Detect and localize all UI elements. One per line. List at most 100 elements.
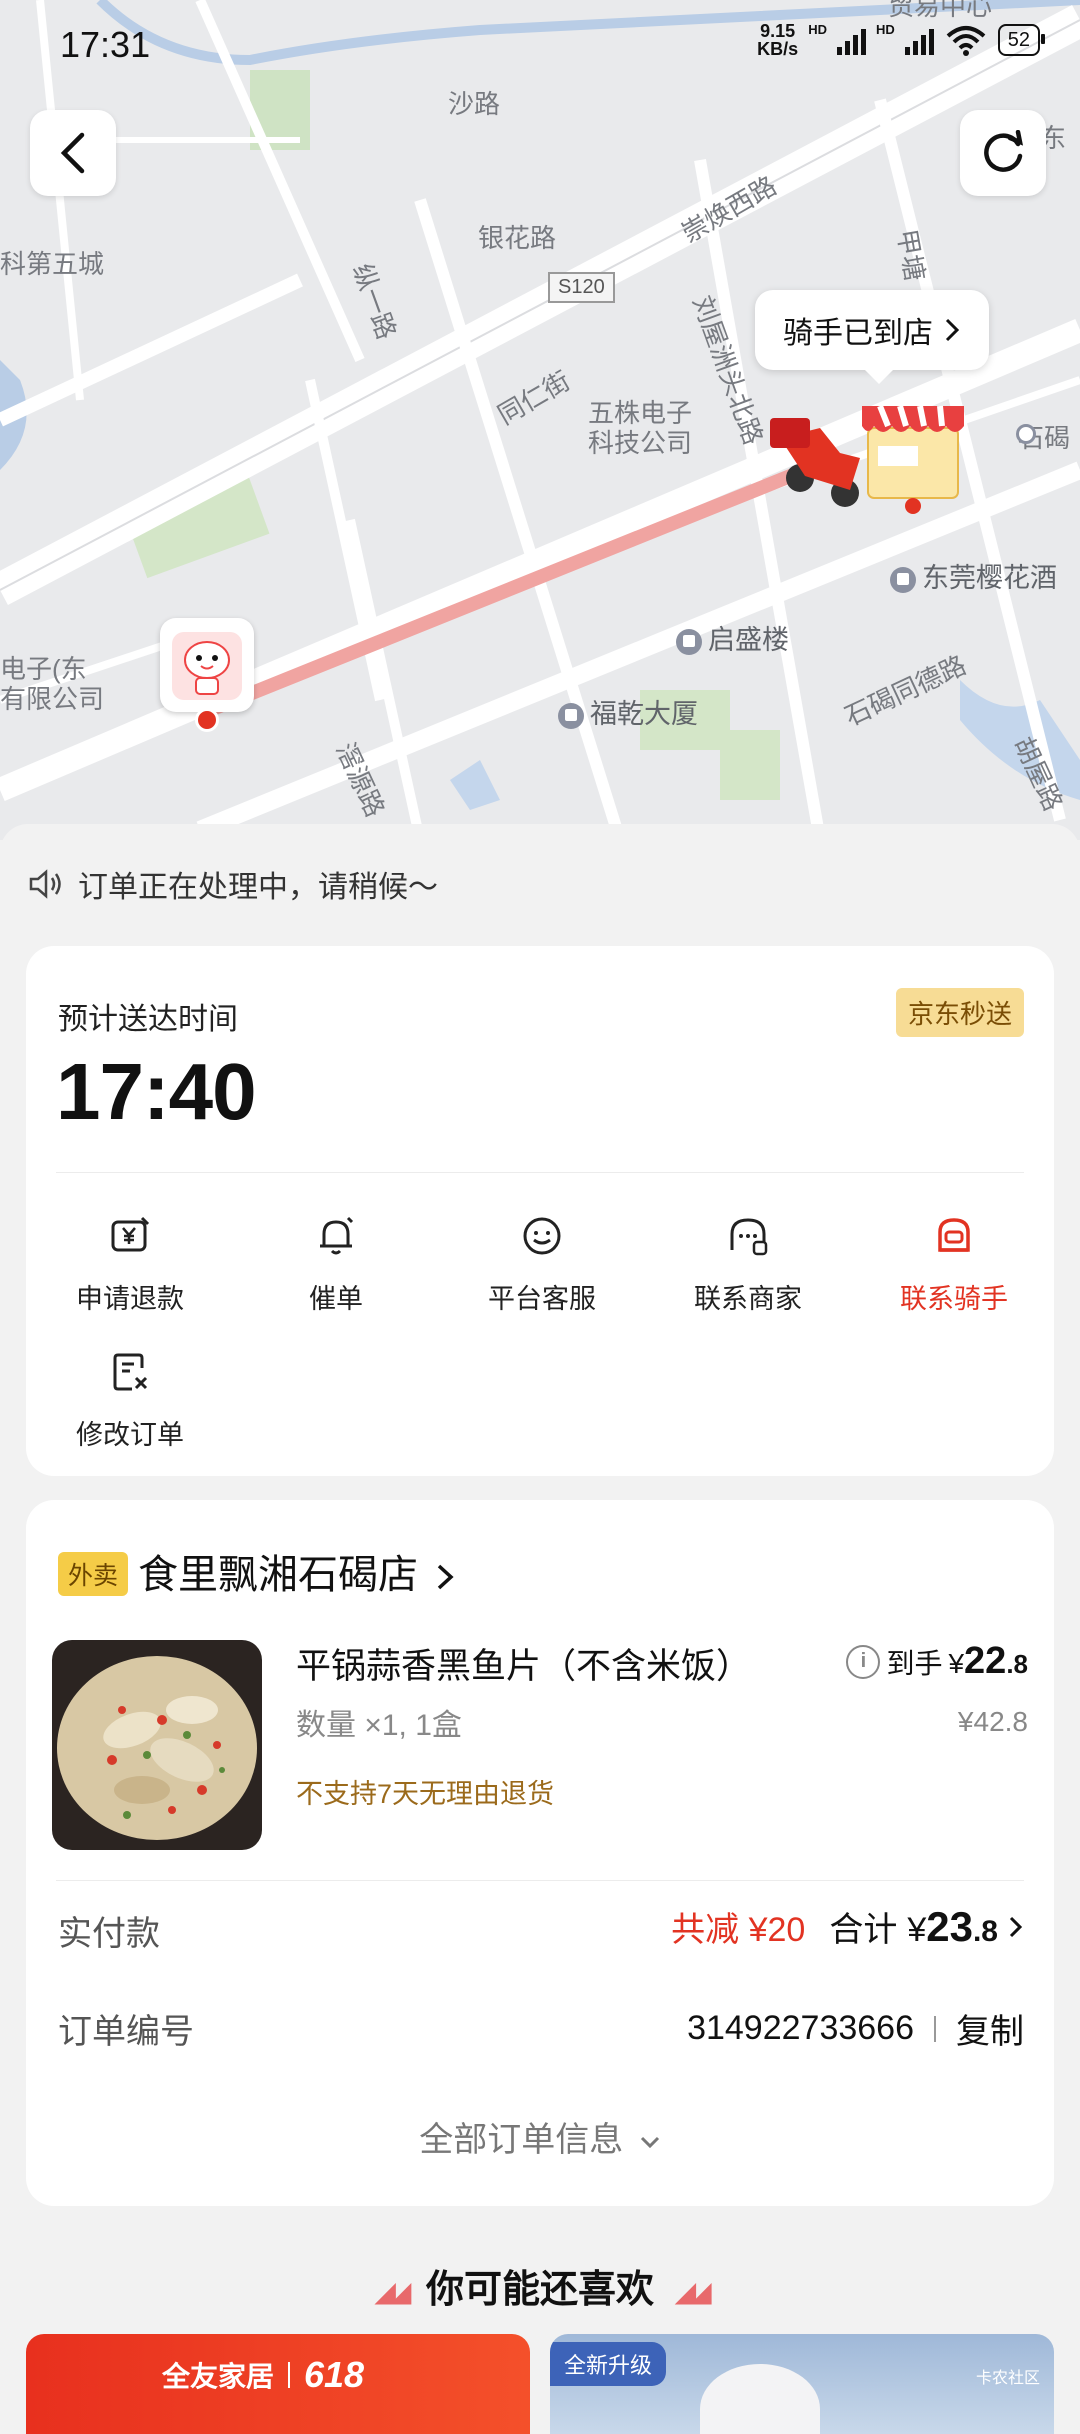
order-number-row: 314922733666 复制 [687,2004,1024,2053]
price-decimal: .8 [1006,1649,1028,1679]
building-icon [558,702,584,729]
promo-card-furniture[interactable]: 全友家居 618 [26,2334,530,2434]
action-label: 催单 [309,1284,363,1314]
rider-status-text: 骑手已到店 [783,317,933,350]
shop-name-link[interactable]: 食里飘湘石碣店 [138,1542,455,1600]
map-poi-hotel: 东莞樱花酒 [890,556,1057,595]
contact-merchant-button[interactable]: 联系商家 [648,1214,848,1316]
original-price: ¥42.8 [957,1706,1028,1737]
item-quantity: 数量 ×1, 1盒 [296,1709,462,1742]
paid-amount-row[interactable]: 共减 ¥20 合计 ¥ 23 .8 [671,1902,1024,1951]
map-poi-fuqian: 福乾大厦 [558,692,698,731]
jd-mascot-icon [172,632,242,700]
processing-notice: 订单正在处理中，请稍候～ [28,862,438,906]
promo-card-upgrade[interactable]: 全新升级 卡农社区 [550,2334,1054,2434]
customer-service-button[interactable]: 平台客服 [442,1214,642,1316]
return-policy-note: 不支持7天无理由退货 [296,1779,555,1809]
takeaway-tag: 外卖 [58,1552,129,1596]
hd-badge: HD [808,22,827,37]
contact-rider-button[interactable]: 联系骑手 [854,1214,1054,1316]
building-icon [676,628,702,655]
all-order-info-button[interactable]: 全部订单信息 [26,2112,1054,2161]
promo-watermark: 卡农社区 [975,2370,1040,2387]
divider [934,2015,936,2042]
chevron-right-icon [1009,1916,1023,1937]
discount-amount: 共减 ¥20 [671,1911,806,1949]
urge-order-button[interactable]: 催单 [236,1214,436,1316]
chevron-right-icon [437,1565,454,1590]
decoration-icon: ◢◢ [374,2276,411,2308]
price-label: 到手 [886,1647,943,1679]
map-label: 电子(东 有限公司 [0,654,105,714]
order-number: 314922733666 [687,2009,914,2047]
map-poi-qisheng: 启盛楼 [676,618,789,657]
map-label: 银花路 [478,223,557,253]
signal-icon [836,25,866,55]
currency-symbol: ¥ [948,1648,965,1679]
map-label: 沙路 [448,89,501,119]
highway-badge: S120 [548,272,615,303]
copy-button[interactable]: 复制 [956,2004,1024,2053]
notice-text: 订单正在处理中，请稍候～ [78,871,438,904]
rider-store-marker [770,398,970,518]
modify-order-button[interactable]: 修改订单 [30,1350,230,1452]
map-view[interactable]: 沙路 银花路 纵一路 S120 崇焕西路 同仁街 刘屋洲头北路 五株电子 科技公… [0,0,1080,840]
shop-name: 食里飘湘石碣店 [138,1553,418,1597]
currency-symbol: ¥ [907,1911,927,1949]
bell-icon [320,1216,354,1255]
product-image [700,2364,820,2434]
refund-icon [111,1216,150,1252]
item-name: 平锅蒜香黑鱼片（不含米饭） [296,1647,752,1686]
eta-card: 预计送达时间 17:40 京东秒送 申请退款 催单 平台客服 联系商家 联系骑手… [26,946,1054,1476]
paid-label: 实付款 [58,1915,160,1953]
map-label: 科第五城 [0,249,105,279]
action-label: 修改订单 [76,1420,184,1450]
signal-icon [904,25,934,55]
speaker-icon [29,869,61,899]
promo-event: 618 [304,2354,365,2395]
hd-badge: HD [875,22,895,37]
total-label: 合计 [829,1911,898,1949]
eta-label: 预计送达时间 [58,1003,238,1036]
merchant-icon [730,1218,768,1256]
rider-icon [938,1218,970,1252]
eta-time: 17:40 [56,1047,257,1136]
divider [288,2362,291,2388]
refresh-icon [984,130,1024,172]
back-button[interactable] [30,110,116,196]
scooter-store-icon [770,404,964,514]
delivery-service-tag: 京东秒送 [895,988,1024,1037]
map-label: 五株电子 科技公司 [588,398,693,458]
total-decimal: .8 [972,1915,998,1948]
destination-marker [160,618,254,732]
map-label: 贸易中心 [888,0,993,21]
net-speed: 9.15 KB/s [757,21,799,59]
divider [56,1172,1024,1173]
order-number-label: 订单编号 [58,2013,194,2051]
action-label: 联系商家 [694,1284,802,1314]
promo-tag: 全新升级 [550,2342,667,2386]
action-label: 平台客服 [488,1284,596,1314]
food-image[interactable] [52,1640,262,1850]
map-dot [1016,424,1036,444]
hotel-icon [890,566,916,593]
decoration-icon: ◢◢ [674,2276,712,2308]
price-integer: 22 [964,1640,1007,1682]
service-icon [523,1217,561,1255]
map-label: 福乾大厦 [590,699,698,729]
back-arrow-icon [60,132,85,174]
map-label: 东莞樱花酒 [922,563,1057,593]
recommend-title: 你可能还喜欢 [425,2269,654,2311]
chevron-down-icon [640,2136,659,2149]
rider-status-bubble[interactable]: 骑手已到店 [755,290,989,384]
refund-button[interactable]: 申请退款 [30,1214,230,1316]
chevron-right-icon [945,318,960,342]
refresh-button[interactable] [960,110,1046,196]
all-order-info-label: 全部订单信息 [419,2121,624,2159]
status-icons: 9.15 KB/s HD HD 52 [757,21,1046,59]
info-icon[interactable]: i [846,1644,881,1679]
order-card: 外卖 食里飘湘石碣店 平锅蒜香黑鱼片（不含米饭） 数量 ×1, 1盒 不支持7天… [26,1500,1054,2206]
map-label: 启盛楼 [708,625,789,655]
action-label: 申请退款 [76,1284,184,1314]
action-label: 联系骑手 [900,1284,1008,1314]
